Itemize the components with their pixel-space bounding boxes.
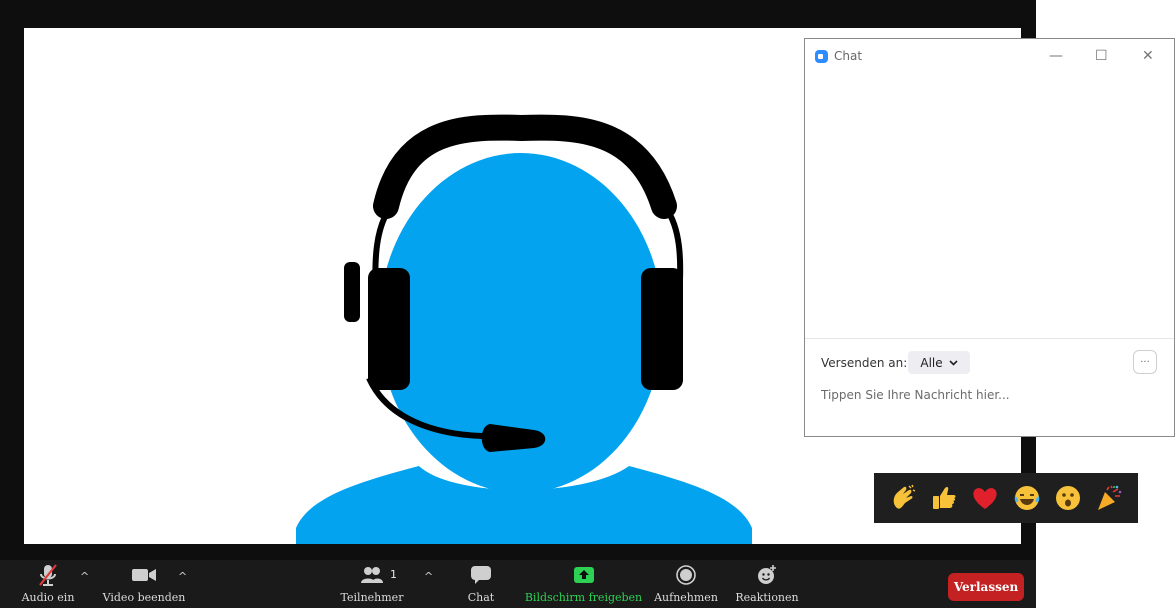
video-label: Video beenden bbox=[102, 591, 186, 604]
participants-icon bbox=[360, 560, 384, 590]
reactions-button[interactable]: Reaktionen bbox=[734, 560, 800, 608]
video-button[interactable]: Video beenden bbox=[88, 560, 200, 608]
heart-icon[interactable] bbox=[970, 483, 1000, 513]
chat-window: Chat — ☐ ✕ Versenden an: Alle ··· bbox=[804, 38, 1175, 437]
leave-meeting-button[interactable]: Verlassen bbox=[948, 573, 1024, 601]
recipient-select[interactable]: Alle bbox=[908, 351, 970, 374]
open-mouth-icon[interactable] bbox=[1053, 483, 1083, 513]
thumbs-up-icon[interactable] bbox=[929, 483, 959, 513]
reactions-label: Reaktionen bbox=[735, 591, 799, 604]
chat-bubble-icon bbox=[470, 560, 492, 590]
participants-label: Teilnehmer bbox=[340, 591, 404, 604]
tears-of-joy-icon[interactable] bbox=[1012, 483, 1042, 513]
record-label: Aufnehmen bbox=[654, 591, 718, 604]
chat-titlebar: Chat bbox=[815, 49, 862, 63]
zoom-logo-icon bbox=[815, 49, 828, 63]
add-reaction-icon bbox=[756, 560, 778, 590]
send-to-label: Versenden an: bbox=[821, 356, 908, 370]
chat-title: Chat bbox=[834, 49, 863, 63]
participants-count: 1 bbox=[390, 568, 397, 581]
chat-divider bbox=[805, 338, 1174, 339]
more-options-button[interactable]: ··· bbox=[1133, 350, 1157, 374]
chevron-down-icon bbox=[949, 359, 958, 366]
message-input[interactable] bbox=[821, 384, 1151, 406]
record-button[interactable]: Aufnehmen bbox=[652, 560, 720, 608]
reactions-panel bbox=[874, 473, 1138, 523]
muted-mic-icon bbox=[36, 560, 60, 590]
meeting-toolbar: Audio ein ^ Video beenden ^ Teilnehmer 1… bbox=[0, 560, 1036, 608]
recipient-value: Alle bbox=[920, 355, 943, 370]
party-popper-icon[interactable] bbox=[1094, 483, 1124, 513]
record-icon bbox=[676, 560, 696, 590]
share-screen-icon bbox=[573, 560, 595, 590]
close-icon[interactable]: ✕ bbox=[1142, 48, 1154, 64]
audio-label: Audio ein bbox=[21, 591, 75, 604]
video-camera-icon bbox=[131, 560, 157, 590]
video-options-caret[interactable]: ^ bbox=[178, 570, 187, 583]
maximize-icon[interactable]: ☐ bbox=[1095, 48, 1108, 64]
chat-button[interactable]: Chat bbox=[460, 560, 502, 608]
clap-icon[interactable] bbox=[888, 483, 918, 513]
share-screen-button[interactable]: Bildschirm freigeben bbox=[524, 560, 643, 608]
participants-options-caret[interactable]: ^ bbox=[424, 570, 433, 583]
share-screen-label: Bildschirm freigeben bbox=[524, 591, 643, 604]
audio-button[interactable]: Audio ein bbox=[20, 560, 76, 608]
minimize-icon[interactable]: — bbox=[1049, 48, 1063, 64]
chat-label: Chat bbox=[467, 591, 495, 604]
